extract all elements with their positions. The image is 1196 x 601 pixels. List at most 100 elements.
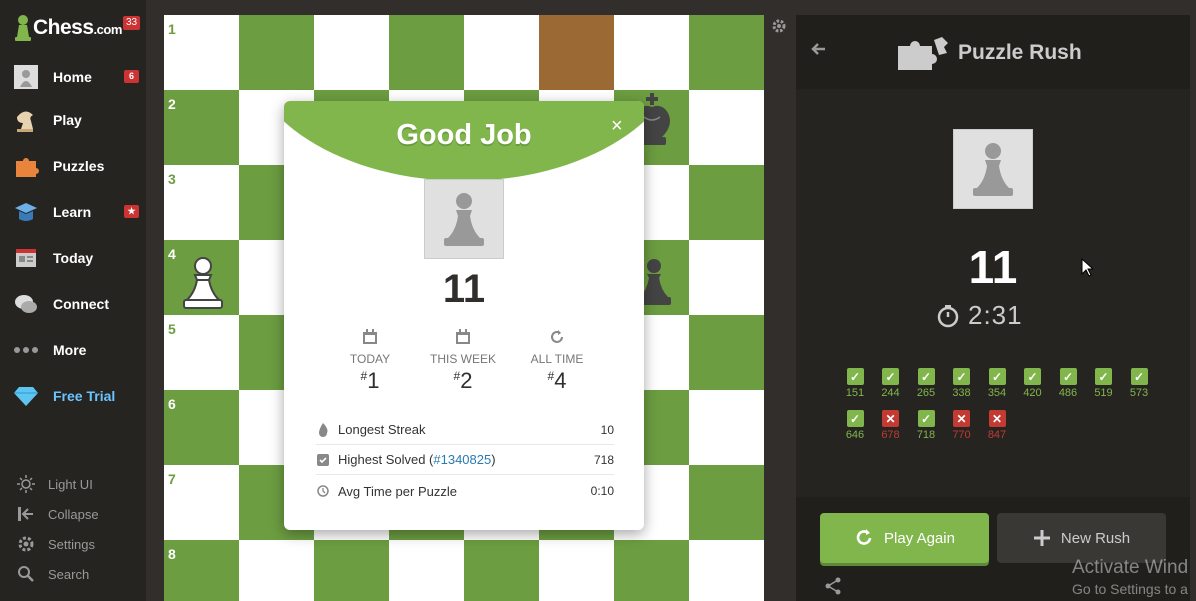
calendar-icon — [363, 329, 377, 344]
board-square[interactable] — [689, 240, 764, 315]
avatar — [424, 179, 504, 259]
board-square[interactable] — [539, 15, 614, 90]
logo-text: Chess.com — [33, 16, 122, 39]
board-square[interactable] — [689, 315, 764, 390]
board-square[interactable]: 8 — [164, 540, 239, 601]
puzzle-result[interactable]: ✓ 151 — [839, 368, 871, 399]
puzzle-result[interactable]: ✓ 718 — [910, 410, 942, 441]
close-icon[interactable]: × — [611, 115, 623, 138]
nav-home[interactable]: Home 6 — [0, 57, 146, 97]
board-square[interactable]: 5 — [164, 315, 239, 390]
board-square[interactable]: 1 — [164, 15, 239, 90]
plus-icon — [1033, 530, 1050, 546]
board-square[interactable] — [689, 540, 764, 601]
board-square[interactable]: 3 — [164, 165, 239, 240]
nav-more[interactable]: More — [0, 330, 146, 370]
puzzle-result[interactable]: ✓ 244 — [875, 368, 907, 399]
gear-icon — [16, 534, 36, 554]
board-square[interactable] — [239, 540, 314, 601]
puzzle-result[interactable]: ✓ 573 — [1123, 368, 1155, 399]
board-square[interactable] — [689, 15, 764, 90]
board-square[interactable] — [689, 465, 764, 540]
rank-coordinate: 1 — [168, 21, 176, 37]
nav-settings[interactable]: Settings — [0, 531, 146, 557]
board-square[interactable] — [689, 165, 764, 240]
board-square[interactable]: 2 — [164, 90, 239, 165]
board-square[interactable] — [314, 15, 389, 90]
share-icon[interactable] — [824, 577, 842, 600]
timer: 2:31 — [936, 300, 1023, 331]
board-square[interactable]: 7 — [164, 465, 239, 540]
board-settings-gear-icon[interactable] — [771, 18, 787, 39]
board-square[interactable] — [614, 15, 689, 90]
nav-collapse[interactable]: Collapse — [0, 501, 146, 527]
checkmark-icon: ✓ — [846, 368, 864, 385]
nav-learn[interactable]: Learn ★ — [0, 192, 146, 232]
puzzle-result[interactable]: ✓ 646 — [839, 410, 871, 441]
puzzle-result[interactable]: ✓ 338 — [946, 368, 978, 399]
board-square[interactable] — [539, 540, 614, 601]
nav-today[interactable]: Today — [0, 238, 146, 278]
nav-search[interactable]: Search — [0, 561, 146, 587]
rank-all-time: ALL TIME #4 — [512, 329, 602, 394]
white-pawn-icon[interactable] — [178, 255, 228, 316]
nav-light-ui[interactable]: Light UI — [0, 471, 146, 497]
puzzle-result[interactable]: ✕ 678 — [875, 410, 907, 441]
more-icon — [13, 337, 39, 363]
nav-connect[interactable]: Connect — [0, 284, 146, 324]
nav-sub-label: Search — [48, 566, 90, 582]
puzzle-result[interactable]: ✓ 519 — [1088, 368, 1120, 399]
puzzle-result[interactable]: ✕ 847 — [981, 410, 1013, 441]
connect-icon — [13, 291, 39, 317]
rank-label: THIS WEEK — [429, 352, 496, 366]
chess-logo[interactable]: Chess.com — [14, 12, 122, 44]
refresh-icon — [551, 330, 563, 343]
puzzle-result[interactable]: ✓ 354 — [981, 368, 1013, 399]
puzzle-rating: 678 — [881, 429, 900, 441]
board-square[interactable] — [389, 540, 464, 601]
notification-badge[interactable]: 33 — [123, 16, 141, 30]
puzzle-result[interactable]: ✓ 265 — [910, 368, 942, 399]
avatar — [953, 129, 1033, 209]
activation-watermark-sub: Go to Settings to a — [1072, 581, 1188, 597]
nav-label: Learn — [53, 204, 92, 220]
puzzle-result[interactable]: ✕ 770 — [946, 410, 978, 441]
collapse-icon — [16, 504, 36, 524]
clock-icon — [316, 485, 330, 497]
puzzle-result[interactable]: ✓ 420 — [1017, 368, 1049, 399]
board-square[interactable] — [464, 540, 539, 601]
play-again-button[interactable]: Play Again — [820, 513, 989, 563]
checkmark-icon: ✓ — [1095, 368, 1112, 385]
nav-label: Play — [53, 112, 82, 128]
new-rush-button[interactable]: New Rush — [997, 513, 1166, 563]
board-square[interactable] — [689, 90, 764, 165]
back-arrow-icon[interactable] — [810, 42, 826, 61]
stat-label: Avg Time per Puzzle — [338, 483, 457, 499]
rank-coordinate: 6 — [168, 396, 176, 412]
checkmark-icon: ✓ — [846, 410, 864, 427]
puzzle-link[interactable]: #1340825 — [433, 452, 491, 467]
board-square[interactable] — [464, 15, 539, 90]
panel-header: Puzzle Rush — [796, 15, 1190, 89]
puzzles-icon — [13, 153, 39, 179]
stat-label: Highest Solved (#1340825) — [338, 452, 496, 467]
rank-this-week: THIS WEEK #2 — [418, 329, 508, 394]
good-job-modal: Good Job × 11 TODAY #1 THIS WEEK #2 ALL … — [284, 101, 644, 530]
puzzle-result[interactable]: ✓ 486 — [1052, 368, 1084, 399]
rank-label: ALL TIME — [530, 352, 584, 366]
board-square[interactable] — [614, 540, 689, 601]
puzzle-rating: 486 — [1058, 387, 1078, 399]
nav-play[interactable]: Play — [0, 100, 146, 140]
board-square[interactable]: 6 — [164, 390, 239, 465]
board-square[interactable] — [389, 15, 464, 90]
board-square[interactable] — [314, 540, 389, 601]
board-square[interactable] — [689, 390, 764, 465]
nav-free-trial[interactable]: Free Trial — [0, 376, 146, 416]
puzzle-rating: 646 — [845, 429, 865, 441]
checkbox-icon — [316, 453, 330, 466]
board-square[interactable] — [239, 15, 314, 90]
play-again-label: Play Again — [884, 529, 955, 547]
pawn-avatar-icon — [444, 193, 484, 246]
nav-puzzles[interactable]: Puzzles — [0, 146, 146, 186]
rank-coordinate: 4 — [168, 246, 176, 262]
